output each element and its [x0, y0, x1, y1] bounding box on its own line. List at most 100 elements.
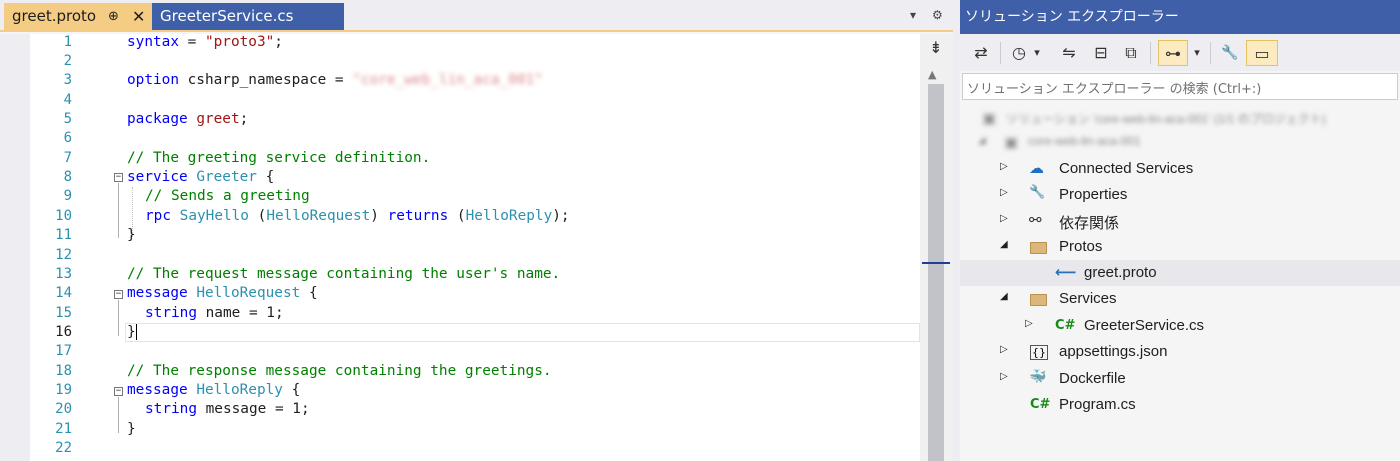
expand-arrow-icon[interactable]: ▷ [1000, 187, 1008, 198]
tree-item-program-cs[interactable]: C# Program.cs [960, 392, 1400, 418]
line-number: 12 [55, 247, 72, 263]
expand-arrow-icon[interactable]: ▷ [1025, 318, 1033, 329]
code-line-3: option csharp_namespace = "core_web_lin_… [127, 71, 543, 90]
redacted-string: "core_web_lin_aca_001" [352, 72, 543, 88]
tree-item-dockerfile[interactable]: ▷ 🐳 Dockerfile [960, 366, 1400, 392]
solution-tree: ▣ ソリューション 'core-web-lin-aca-001' (1/1 のプ… [960, 102, 1400, 461]
collapse-region-icon[interactable]: − [114, 290, 123, 299]
sync-icon[interactable]: ⇋ [1058, 40, 1080, 66]
show-all-files-icon[interactable]: ⧉ [1120, 40, 1142, 66]
outline-guide [118, 183, 119, 238]
caret-position-marker [922, 262, 950, 264]
line-number: 10 [55, 208, 72, 224]
code-text: ; [239, 111, 249, 127]
code-line-20: string message = 1; [145, 400, 310, 419]
line-number: 14 [55, 285, 72, 301]
line-number: 11 [55, 227, 72, 243]
code-line-19: message HelloReply { [127, 381, 300, 400]
type-name: HelloRequest [187, 285, 301, 301]
split-window-icon[interactable]: ⇟ [923, 38, 949, 60]
toolbar-separator [1210, 42, 1211, 64]
collapse-all-icon[interactable]: ⊟ [1090, 40, 1112, 66]
code-editor-pane: greet.proto ⊕ ✕ GreeterService.cs ▾ ⚙ 1 … [0, 0, 953, 461]
properties-wrench-icon[interactable]: 🔧 [1218, 40, 1242, 66]
code-text: { [282, 382, 301, 398]
pin-icon[interactable]: ⊕ [108, 3, 119, 30]
connected-services-icon: ☁ [1029, 159, 1044, 177]
tree-item-appsettings-json[interactable]: ▷ {} appsettings.json [960, 339, 1400, 365]
collapse-region-icon[interactable]: − [114, 387, 123, 396]
vertical-scrollbar[interactable]: ⇟ ▲ [920, 34, 953, 461]
tree-view-icon[interactable]: ⊶ [1158, 40, 1188, 66]
solution-explorer-toolbar: ⇄ ◷ ▾ ⇋ ⊟ ⧉ ⊶ ▾ 🔧 ▭ [960, 34, 1400, 71]
keyword: service [127, 169, 188, 185]
tree-item-services-folder[interactable]: ◢ Services [960, 286, 1400, 312]
solution-explorer-title: ソリューション エクスプローラー [960, 0, 1400, 34]
package-name: greet [187, 111, 240, 127]
expander-icon[interactable]: ◢ [978, 135, 986, 146]
tree-item-protos-folder[interactable]: ◢ Protos [960, 234, 1400, 260]
line-number: 9 [63, 188, 72, 204]
tree-item-solution[interactable]: ▣ ソリューション 'core-web-lin-aca-001' (1/1 のプ… [960, 106, 1400, 132]
code-line-5: package greet; [127, 110, 248, 129]
expand-arrow-icon[interactable]: ▷ [1000, 161, 1008, 172]
toolbar-separator [1150, 42, 1151, 64]
tab-list-dropdown-icon[interactable]: ▾ [910, 8, 916, 22]
tree-item-label: 依存関係 [1059, 215, 1120, 232]
tree-item-connected-services[interactable]: ▷ ☁ Connected Services [960, 156, 1400, 182]
scrollbar-thumb[interactable] [928, 84, 944, 461]
properties-icon: 🔧 [1029, 185, 1046, 200]
line-number: 15 [55, 305, 72, 321]
settings-gear-icon[interactable]: ⚙ [932, 8, 943, 22]
keyword: package [127, 111, 188, 127]
collapse-arrow-icon[interactable]: ◢ [1000, 291, 1008, 302]
tree-item-label: Dockerfile [1059, 370, 1126, 387]
tree-item-project[interactable]: ◢ ▣ core-web-lin-aca-001 [960, 130, 1400, 156]
collapse-arrow-icon[interactable]: ◢ [1000, 239, 1008, 250]
keyword: syntax [127, 34, 179, 50]
line-number: 5 [63, 111, 72, 127]
tree-item-label: ソリューション 'core-web-lin-aca-001' (1/1 のプロジ… [1006, 112, 1326, 126]
folder-icon [1030, 292, 1047, 310]
code-line-11: } [127, 227, 136, 243]
line-number: 1 [63, 34, 72, 50]
expand-arrow-icon[interactable]: ▷ [1000, 344, 1008, 355]
vs-switch-icon[interactable]: ⇄ [968, 40, 994, 66]
solution-search-input[interactable]: ソリューション エクスプローラー の検索 (Ctrl+:) [962, 73, 1398, 100]
line-number: 4 [63, 92, 72, 108]
tree-item-greeter-service-cs[interactable]: ▷ C# GreeterService.cs [960, 313, 1400, 339]
code-line-14: message HelloRequest { [127, 284, 318, 303]
tree-item-label: Protos [1059, 238, 1103, 255]
dropdown-icon[interactable]: ▾ [1190, 40, 1204, 66]
proto-file-icon: ⟵ [1055, 263, 1077, 281]
preview-icon[interactable]: ▭ [1246, 40, 1278, 66]
line-number: 22 [55, 440, 72, 456]
collapse-region-icon[interactable]: − [114, 173, 123, 182]
project-icon: ▣ [1004, 133, 1019, 151]
history-icon[interactable]: ◷ [1008, 40, 1030, 66]
type-name: HelloRequest [266, 208, 371, 224]
expand-arrow-icon[interactable]: ▷ [1000, 371, 1008, 382]
code-text: ; [274, 34, 283, 50]
tree-item-greet-proto[interactable]: ⟵ greet.proto [960, 260, 1400, 286]
tab-greeter-service[interactable]: GreeterService.cs [152, 3, 344, 30]
tab-greet-proto[interactable]: greet.proto ⊕ ✕ [4, 3, 152, 30]
close-icon[interactable]: ✕ [132, 3, 145, 30]
code-text: { [300, 285, 318, 301]
string-literal: "proto3" [204, 34, 275, 50]
type-name: HelloReply [187, 382, 283, 398]
code-line-8: service Greeter { [127, 168, 274, 187]
tree-item-properties[interactable]: ▷ 🔧 Properties [960, 182, 1400, 208]
line-number: 18 [55, 363, 72, 379]
current-line-highlight [125, 323, 920, 342]
dropdown-icon[interactable]: ▾ [1030, 40, 1044, 66]
code-text: ( [248, 208, 267, 224]
indicator-margin [0, 34, 30, 461]
scroll-up-arrow-icon[interactable]: ▲ [928, 68, 936, 81]
keyword: message [127, 285, 188, 301]
docker-icon: 🐳 [1029, 369, 1047, 385]
line-number: 21 [55, 421, 72, 437]
tree-item-dependencies[interactable]: ▷ ⚯ 依存関係 [960, 208, 1400, 234]
keyword: string [145, 305, 197, 321]
expand-arrow-icon[interactable]: ▷ [1000, 213, 1008, 224]
